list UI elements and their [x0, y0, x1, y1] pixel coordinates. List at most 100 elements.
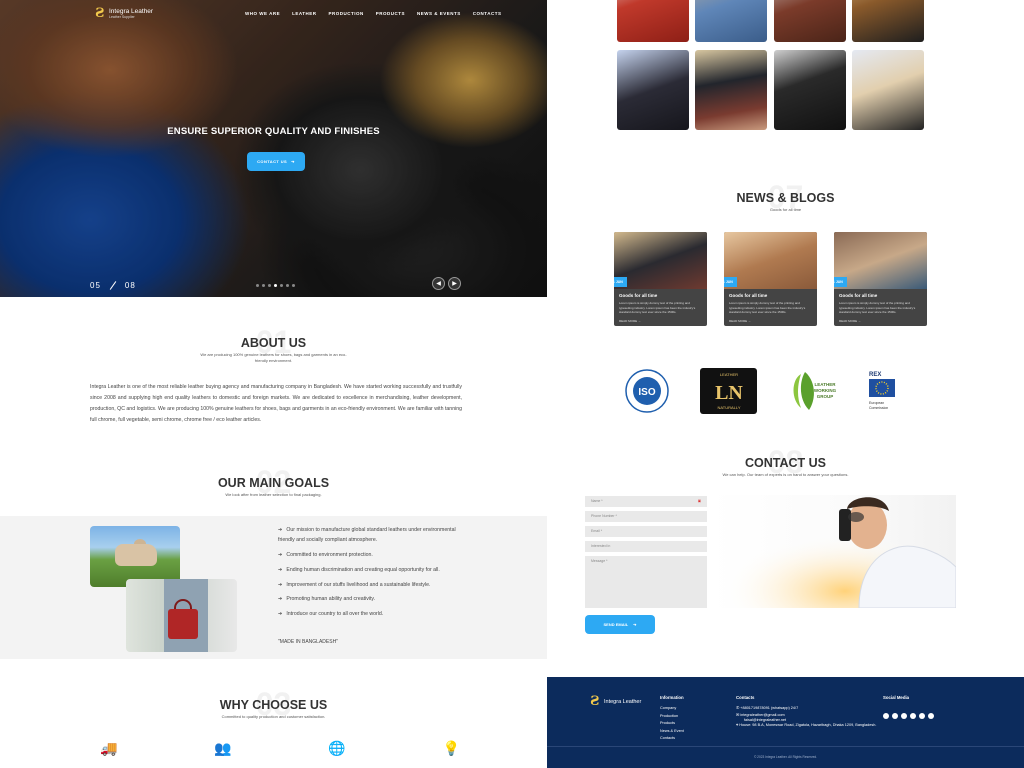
news-card-text: Lorem ipsum is simply dummy text of the …	[619, 301, 696, 314]
read-more-link[interactable]: READ MORE →	[619, 319, 702, 323]
social-icons	[883, 706, 937, 724]
autofill-icon: ▣	[697, 499, 701, 503]
footer-link-contacts[interactable]: Contacts	[660, 735, 684, 743]
message-field[interactable]: Message *	[585, 556, 707, 608]
nav-news-events[interactable]: NEWS & EVENTS	[417, 11, 461, 16]
slide-current: 05	[90, 281, 101, 290]
svg-text:Commission: Commission	[869, 406, 888, 410]
arrow-right-icon: ➔	[278, 551, 283, 558]
footer-link-production[interactable]: Production	[660, 713, 684, 721]
hero-title: ENSURE SUPERIOR QUALITY AND FINISHES	[167, 126, 380, 137]
news-card[interactable]: 11 JUN Goods for all time Lorem ipsum is…	[834, 232, 927, 326]
slide-dot[interactable]	[268, 284, 271, 287]
footer-info-list: Company Production Products News & Event…	[660, 705, 684, 743]
read-more-link[interactable]: READ MORE →	[839, 319, 922, 323]
main-nav: WHO WE ARE LEATHER PRODUCTION PRODUCTS N…	[245, 11, 501, 16]
news-card[interactable]: 11 JUN Goods for all time Lorem ipsum is…	[614, 232, 707, 326]
footer-copyright: © 2023 Integra Leather. All Rights Reser…	[547, 746, 1024, 768]
send-email-button[interactable]: SEND EMAIL ➔	[585, 615, 655, 634]
hero-contact-button[interactable]: CONTACT US ➔	[247, 152, 305, 171]
footer: Ƨ Integra Leather Information Company Pr…	[547, 677, 1024, 768]
site-logo[interactable]: Ƨ Integra Leather Leather Supplier	[95, 7, 153, 21]
instagram-icon[interactable]	[901, 713, 907, 719]
why-heading: 03 WHY CHOOSE US Committed to quality pr…	[0, 686, 547, 722]
goal-item: ➔ Committed to environment protection.	[278, 551, 373, 558]
svg-text:LN: LN	[715, 382, 743, 404]
contact-person-image	[709, 495, 956, 608]
facebook-icon[interactable]	[883, 713, 889, 719]
nav-production[interactable]: PRODUCTION	[329, 11, 364, 16]
footer-phone[interactable]: +8801719878091 (whatsapp) 24/7	[740, 706, 798, 710]
svg-text:NATURALLY: NATURALLY	[717, 405, 740, 410]
svg-text:ISO: ISO	[638, 387, 655, 398]
arrow-right-icon: ➔	[291, 159, 295, 164]
nav-leather[interactable]: LEATHER	[292, 11, 316, 16]
slide-dot[interactable]	[256, 284, 259, 287]
page: Ƨ Integra Leather Leather Supplier WHO W…	[0, 0, 1024, 768]
read-more-link[interactable]: READ MORE →	[729, 319, 812, 323]
nav-contacts[interactable]: CONTACTS	[473, 11, 502, 16]
contact-title: CONTACT US	[744, 456, 826, 470]
global-network-icon: 🌐	[328, 740, 346, 756]
news-image	[614, 232, 707, 289]
name-field[interactable]: Name * ▣	[585, 496, 707, 507]
logo-mark-icon: Ƨ	[590, 694, 600, 709]
news-heading: 07 NEWS & BLOGS Goods for all time	[547, 179, 1024, 215]
slide-dot[interactable]	[262, 284, 265, 287]
product-thumb[interactable]	[617, 0, 689, 42]
news-title: NEWS & BLOGS	[736, 191, 835, 205]
product-thumb[interactable]	[695, 50, 767, 130]
slide-dot[interactable]	[292, 284, 295, 287]
interested-field[interactable]: Interested in	[585, 541, 707, 552]
news-card[interactable]: 11 JUN Goods for all time Lorem ipsum is…	[724, 232, 817, 326]
next-slide-button[interactable]: ▶	[448, 277, 461, 290]
product-thumb[interactable]	[617, 50, 689, 130]
nav-who-we-are[interactable]: WHO WE ARE	[245, 11, 280, 16]
footer-social-heading: Social Media	[883, 695, 910, 700]
footer-link-news[interactable]: News & Event	[660, 728, 684, 736]
footer-email-2[interactable]: faisal@integraleather.net	[744, 718, 786, 722]
svg-text:GROUP: GROUP	[817, 394, 834, 399]
slide-dot[interactable]	[274, 284, 277, 287]
leather-naturally-logo: LEATHER LN NATURALLY	[700, 368, 757, 414]
svg-text:WORKING: WORKING	[814, 388, 837, 393]
made-in-bangladesh: "MADE IN BANGLADESH"	[278, 639, 338, 645]
slide-dot[interactable]	[280, 284, 283, 287]
product-thumb[interactable]	[852, 0, 924, 42]
email-field[interactable]: Email *	[585, 526, 707, 537]
delivery-truck-icon: 🚚	[100, 740, 118, 756]
about-subtitle: We are producing 100% genuine leathers f…	[200, 352, 347, 363]
footer-brand: Integra Leather	[604, 699, 642, 705]
hero-contact-label: CONTACT US	[257, 159, 288, 164]
slide-arrows: ◀ ▶	[432, 277, 461, 290]
slide-divider	[109, 281, 117, 290]
goal-item: ➔ Ending human discrimination and creatin…	[278, 566, 440, 573]
left-column: Ƨ Integra Leather Leather Supplier WHO W…	[0, 0, 547, 768]
product-thumb[interactable]	[695, 0, 767, 42]
logo-subtext: Leather Supplier	[109, 14, 135, 19]
svg-text:LEATHER: LEATHER	[815, 382, 837, 387]
product-thumb[interactable]	[774, 0, 846, 42]
news-card-text: Lorem ipsum is simply dummy text of the …	[729, 301, 806, 314]
hero-section: Ƨ Integra Leather Leather Supplier WHO W…	[0, 0, 547, 297]
slide-dot[interactable]	[286, 284, 289, 287]
why-title: WHY CHOOSE US	[219, 698, 328, 712]
footer-link-products[interactable]: Products	[660, 720, 684, 728]
phone-field[interactable]: Phone Number *	[585, 511, 707, 522]
about-heading: 01 ABOUT US We are producing 100% genuin…	[0, 324, 547, 364]
product-thumb[interactable]	[852, 50, 924, 130]
nav-products[interactable]: PRODUCTS	[376, 11, 405, 16]
linkedin-icon[interactable]	[892, 713, 898, 719]
product-thumb[interactable]	[774, 50, 846, 130]
svg-text:European: European	[869, 401, 884, 405]
slide-dots	[256, 284, 295, 287]
whatsapp-icon[interactable]	[919, 713, 925, 719]
prev-slide-button[interactable]: ◀	[432, 277, 445, 290]
wechat-icon[interactable]	[928, 713, 934, 719]
footer-email[interactable]: integraleather@gmail.com	[740, 713, 784, 717]
news-card-text: Lorem ipsum is simply dummy text of the …	[839, 301, 916, 314]
footer-link-company[interactable]: Company	[660, 705, 684, 713]
footer-logo[interactable]: Ƨ Integra Leather	[590, 695, 641, 709]
youtube-icon[interactable]	[910, 713, 916, 719]
send-email-label: SEND EMAIL	[603, 622, 629, 627]
